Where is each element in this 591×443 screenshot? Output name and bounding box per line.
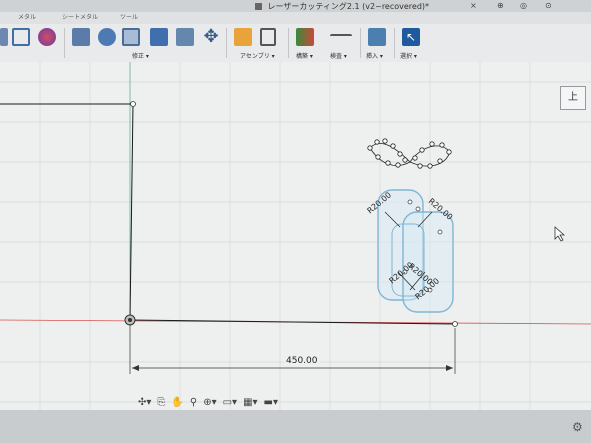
- separator: [226, 28, 227, 58]
- fusion-window: レーザーカッティング2.1 (v2~recovered)* × ⊕ ◎ ⊙ メタ…: [0, 0, 591, 443]
- separator: [360, 28, 361, 58]
- extrude-tool-icon[interactable]: [0, 28, 8, 46]
- new-tab-icon[interactable]: ⊕: [497, 1, 504, 10]
- insert-image-icon[interactable]: [368, 28, 386, 46]
- orbit-icon[interactable]: ✣▾: [138, 397, 151, 408]
- jobs-icon[interactable]: ◎: [520, 1, 527, 10]
- select-cursor-icon[interactable]: ↖: [402, 28, 420, 46]
- grid-icon[interactable]: ▦▾: [243, 397, 257, 408]
- insert-menu[interactable]: 挿入 ▾: [366, 51, 383, 60]
- inspect-menu[interactable]: 検査 ▾: [330, 51, 347, 60]
- new-component-icon[interactable]: [234, 28, 252, 46]
- document-icon: [255, 3, 262, 10]
- dimension-label[interactable]: 450.00: [284, 356, 320, 366]
- modify-menu[interactable]: 修正 ▾: [132, 51, 149, 60]
- assemble-menu[interactable]: アセンブリ ▾: [240, 51, 275, 60]
- hand-icon[interactable]: ✋: [171, 397, 183, 408]
- navigation-bar: ✣▾ ⎘ ✋ ⚲ ⊕▾ ▭▾ ▦▾ ▬▾: [138, 394, 278, 410]
- joint-icon[interactable]: [260, 28, 276, 46]
- tab-tools[interactable]: ツール: [120, 12, 138, 24]
- bottom-strip: [0, 410, 591, 443]
- document-title-text: レーザーカッティング2.1 (v2~recovered)*: [267, 2, 430, 11]
- select-menu[interactable]: 選択 ▾: [400, 51, 417, 60]
- document-title: レーザーカッティング2.1 (v2~recovered)*: [255, 1, 429, 12]
- shell-icon[interactable]: [122, 28, 140, 46]
- box-select-icon[interactable]: [12, 28, 30, 46]
- display-icon[interactable]: ▭▾: [223, 397, 237, 408]
- fillet-icon[interactable]: [98, 28, 116, 46]
- mouse-cursor-icon: [554, 226, 566, 242]
- gear-icon[interactable]: ⚙: [572, 420, 583, 434]
- offset-plane-icon[interactable]: [296, 28, 314, 46]
- construct-menu[interactable]: 構築 ▾: [296, 51, 313, 60]
- press-pull-icon[interactable]: [72, 28, 90, 46]
- split-icon[interactable]: [176, 28, 194, 46]
- dimension-450[interactable]: [129, 324, 456, 374]
- workspace-tabs: メタル シートメタル ツール: [0, 12, 591, 24]
- measure-icon[interactable]: [330, 34, 352, 46]
- notifications-icon[interactable]: ⊙: [545, 1, 552, 10]
- viewport-icon[interactable]: ▬▾: [264, 397, 278, 408]
- zoom-icon[interactable]: ⚲: [190, 397, 197, 408]
- separator: [394, 28, 395, 58]
- design-canvas[interactable]: R20.00 R20.00 R20.00 R20.00 R20.00 450.0…: [0, 62, 591, 410]
- pan-icon[interactable]: ⎘: [157, 397, 165, 408]
- combine-icon[interactable]: [150, 28, 168, 46]
- close-tab-icon[interactable]: ×: [470, 1, 477, 10]
- fit-icon[interactable]: ⊕▾: [203, 397, 216, 408]
- separator: [64, 28, 65, 58]
- separator: [288, 28, 289, 58]
- tab-metal[interactable]: メタル: [18, 12, 36, 24]
- tab-sheet-metal[interactable]: シートメタル: [62, 12, 98, 24]
- ribbon-toolbar: ✥ 修正 ▾ アセンブリ ▾ 構築 ▾ 検査 ▾ 挿入 ▾ ↖ 選択 ▾: [0, 24, 591, 63]
- viewcube[interactable]: 上: [560, 86, 586, 110]
- move-icon[interactable]: ✥: [202, 28, 220, 46]
- appearance-icon[interactable]: [38, 28, 56, 46]
